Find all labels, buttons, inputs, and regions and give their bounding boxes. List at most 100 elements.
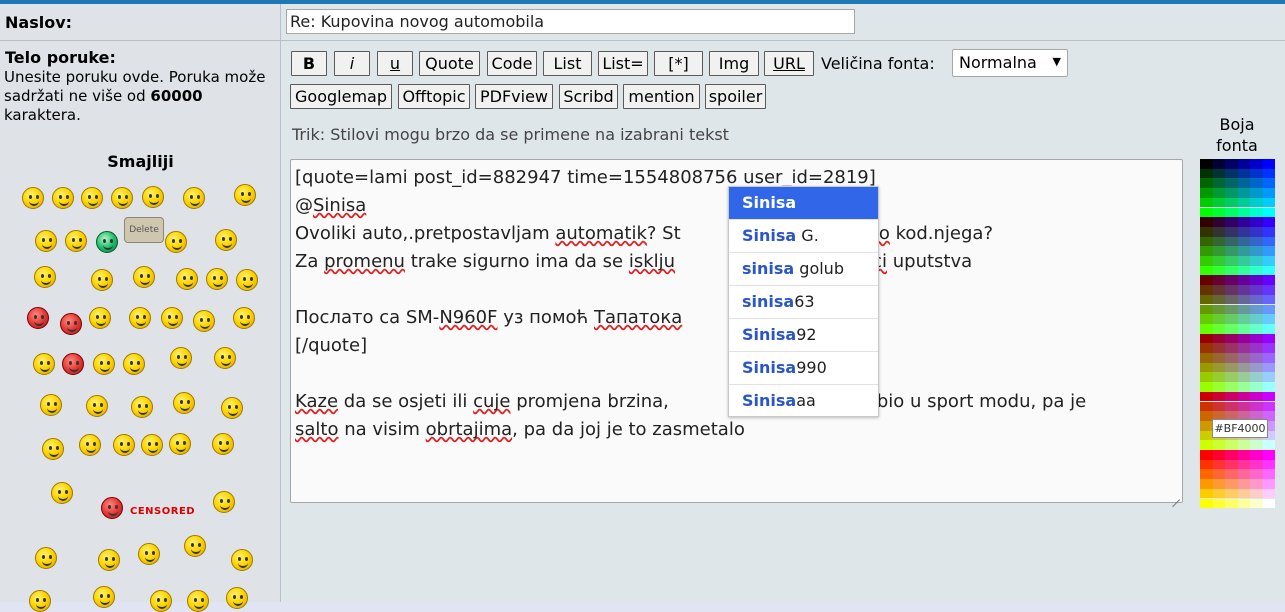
color-swatch[interactable] — [1250, 459, 1263, 470]
color-swatch[interactable] — [1262, 197, 1275, 208]
scribd-button[interactable]: Scribd — [559, 84, 618, 109]
color-swatch[interactable] — [1262, 285, 1275, 295]
color-swatch[interactable] — [1212, 285, 1225, 295]
color-swatch[interactable] — [1250, 178, 1263, 189]
smiley-icon[interactable] — [129, 307, 151, 329]
mention-suggestion-item[interactable]: Sinisa92 — [729, 319, 878, 352]
color-swatch[interactable] — [1225, 275, 1238, 286]
smiley-icon[interactable] — [113, 434, 135, 456]
color-swatch[interactable] — [1262, 304, 1275, 315]
color-swatch[interactable] — [1237, 372, 1250, 383]
color-swatch[interactable] — [1212, 265, 1225, 276]
color-swatch[interactable] — [1225, 401, 1238, 412]
list-button[interactable]: List — [543, 51, 592, 76]
smiley-icon[interactable] — [40, 394, 62, 416]
color-swatch[interactable] — [1237, 217, 1250, 227]
color-swatch[interactable] — [1225, 314, 1238, 324]
color-swatch[interactable] — [1225, 188, 1238, 198]
color-swatch[interactable] — [1200, 382, 1213, 392]
color-swatch[interactable] — [1262, 479, 1275, 489]
color-swatch[interactable] — [1225, 178, 1238, 189]
smiley-icon[interactable] — [215, 229, 237, 251]
smiley-icon[interactable] — [169, 433, 191, 455]
smiley-icon[interactable] — [206, 268, 228, 290]
color-swatch[interactable] — [1225, 256, 1238, 266]
smiley-icon[interactable] — [131, 396, 153, 418]
color-swatch[interactable] — [1237, 236, 1250, 247]
color-swatch[interactable] — [1200, 197, 1213, 208]
color-swatch[interactable] — [1262, 440, 1275, 450]
smiley-icon[interactable] — [221, 397, 243, 419]
smiley-icon[interactable] — [91, 269, 113, 291]
color-swatch[interactable] — [1250, 372, 1263, 383]
color-swatch[interactable] — [1212, 294, 1225, 305]
color-swatch[interactable] — [1237, 450, 1250, 460]
smiley-icon[interactable] — [214, 347, 236, 369]
color-swatch[interactable] — [1237, 333, 1250, 344]
color-swatch[interactable] — [1200, 420, 1213, 431]
color-swatch[interactable] — [1262, 265, 1275, 276]
resize-handle-icon[interactable] — [1170, 490, 1180, 500]
color-swatch[interactable] — [1250, 294, 1263, 305]
color-swatch[interactable] — [1237, 391, 1250, 402]
color-swatch[interactable] — [1250, 197, 1263, 208]
smiley-icon[interactable] — [93, 586, 115, 608]
color-swatch[interactable] — [1200, 343, 1213, 353]
color-swatch[interactable] — [1225, 217, 1238, 227]
spoiler-button[interactable]: spoiler — [705, 84, 766, 109]
color-swatch[interactable] — [1262, 459, 1275, 470]
offtopic-button[interactable]: Offtopic — [398, 84, 470, 109]
color-swatch[interactable] — [1212, 207, 1225, 218]
img-button[interactable]: Img — [709, 51, 759, 76]
color-swatch[interactable] — [1200, 188, 1213, 198]
color-swatch[interactable] — [1225, 294, 1238, 305]
underline-button[interactable]: u — [377, 51, 413, 76]
smiley-icon[interactable] — [22, 187, 44, 209]
color-swatch[interactable] — [1200, 304, 1213, 315]
color-swatch[interactable] — [1212, 382, 1225, 392]
color-swatch[interactable] — [1212, 159, 1225, 169]
color-swatch[interactable] — [1212, 372, 1225, 383]
color-swatch[interactable] — [1200, 440, 1213, 450]
color-swatch[interactable] — [1250, 168, 1263, 179]
smiley-icon[interactable] — [133, 266, 155, 288]
color-swatch[interactable] — [1225, 246, 1238, 256]
color-swatch[interactable] — [1212, 323, 1225, 334]
color-swatch[interactable] — [1225, 440, 1238, 450]
color-swatch[interactable] — [1237, 188, 1250, 198]
color-swatch[interactable] — [1237, 401, 1250, 412]
smiley-icon[interactable] — [176, 268, 198, 290]
smiley-icon[interactable] — [101, 497, 123, 519]
color-swatch[interactable] — [1237, 479, 1250, 489]
url-button[interactable]: URL — [764, 51, 814, 76]
smiley-icon[interactable] — [193, 310, 215, 332]
smiley-icon[interactable] — [138, 543, 160, 565]
color-swatch[interactable] — [1250, 275, 1263, 286]
color-swatch[interactable] — [1250, 353, 1263, 363]
color-swatch[interactable] — [1250, 207, 1263, 218]
smiley-icon[interactable] — [226, 587, 248, 609]
color-swatch[interactable] — [1250, 479, 1263, 489]
color-swatch[interactable] — [1262, 333, 1275, 344]
color-swatch[interactable] — [1237, 459, 1250, 470]
color-swatch[interactable] — [1212, 450, 1225, 460]
color-swatch[interactable] — [1237, 178, 1250, 189]
color-swatch[interactable] — [1200, 430, 1213, 441]
color-swatch[interactable] — [1262, 246, 1275, 256]
color-swatch[interactable] — [1237, 382, 1250, 392]
smiley-icon[interactable] — [62, 353, 84, 375]
quote-button[interactable]: Quote — [419, 51, 480, 76]
smiley-icon[interactable] — [142, 186, 164, 208]
color-swatch[interactable] — [1225, 285, 1238, 295]
color-swatch[interactable] — [1212, 168, 1225, 179]
color-swatch[interactable] — [1250, 362, 1263, 373]
color-swatch[interactable] — [1237, 197, 1250, 208]
smiley-icon[interactable] — [213, 491, 235, 513]
smiley-icon[interactable] — [234, 184, 256, 206]
color-swatch[interactable] — [1225, 391, 1238, 402]
color-swatch[interactable] — [1262, 323, 1275, 334]
color-swatch[interactable] — [1250, 217, 1263, 227]
smiley-icon[interactable] — [86, 395, 108, 417]
color-swatch[interactable] — [1212, 275, 1225, 286]
smiley-icon[interactable] — [184, 535, 206, 557]
